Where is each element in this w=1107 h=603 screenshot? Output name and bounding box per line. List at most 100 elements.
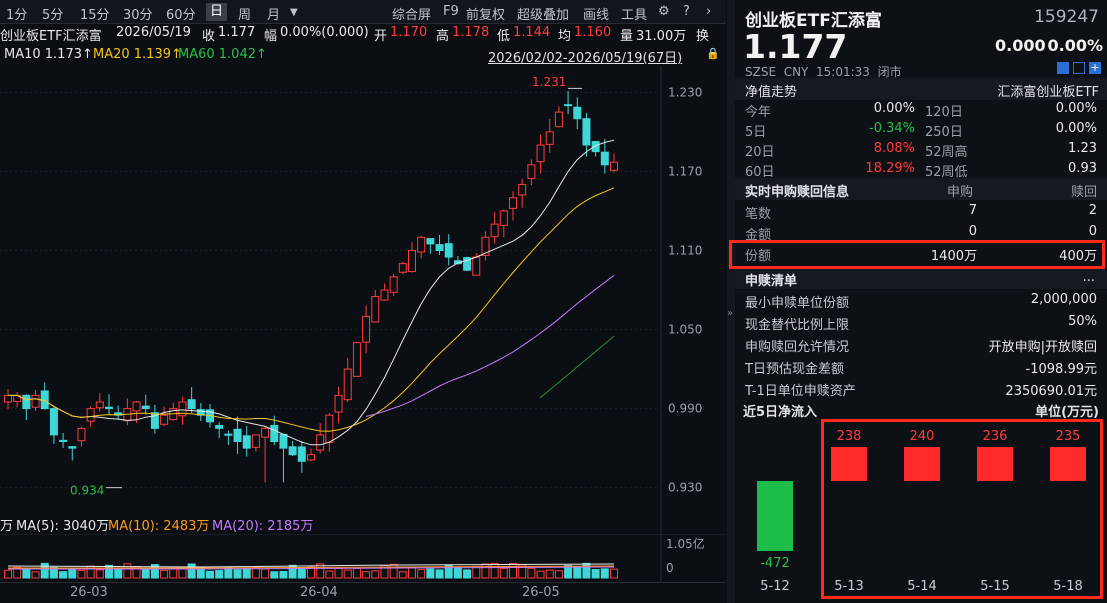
market: SZSE xyxy=(745,65,777,79)
volume-bar xyxy=(527,567,536,579)
period-5m[interactable]: 5分 xyxy=(42,4,63,23)
quote-time: 15:01:33 xyxy=(816,65,870,79)
vol-ma5: MA(5): 3040万 xyxy=(16,519,110,534)
info-volume: 31.00万 xyxy=(636,29,687,44)
help-icon[interactable]: ? xyxy=(683,4,690,19)
nav-period-value: 0.00% xyxy=(1055,121,1097,136)
sub-row-label: 笔数 xyxy=(745,207,772,222)
gear-icon[interactable]: ⚙ xyxy=(658,4,670,19)
list-row-label: T-1日单位申赎资产 xyxy=(745,384,856,399)
price-tick: 1.230 xyxy=(668,85,702,99)
period-day[interactable]: 日 xyxy=(206,3,228,21)
candle-body xyxy=(288,446,297,456)
sub-redeem-value: 0 xyxy=(1088,224,1097,239)
volume-bar xyxy=(408,566,416,579)
volume-bar xyxy=(4,569,12,579)
sub-header: 实时申购赎回信息 申购 赎回 xyxy=(735,178,1107,200)
period-1m[interactable]: 1分 xyxy=(6,4,27,23)
volume-bar xyxy=(536,570,545,579)
tool-draw[interactable]: 画线 xyxy=(583,4,609,23)
vol-ma10: MA(10): 2483万 xyxy=(108,519,210,534)
candle-body xyxy=(398,263,407,273)
candle-body xyxy=(141,405,150,410)
ma60-line xyxy=(539,335,615,399)
candle-body xyxy=(307,454,315,461)
volume-bar xyxy=(463,569,472,579)
price-change-pct: 0.00% xyxy=(1047,36,1103,55)
chevron-right-icon[interactable]: › xyxy=(706,4,711,19)
info-open: 1.170 xyxy=(390,25,428,40)
volume-bar xyxy=(362,571,371,579)
market-closed: 闭市 xyxy=(877,65,902,79)
volume-bar xyxy=(215,570,224,579)
candle-body xyxy=(564,104,573,107)
volume-bar xyxy=(261,568,270,579)
volume-bar xyxy=(206,570,214,579)
more-icon[interactable]: ... xyxy=(1083,270,1095,285)
panel-splitter[interactable]: » xyxy=(727,0,735,603)
candle-body xyxy=(160,414,169,425)
candle-body xyxy=(77,427,86,442)
volume-bar xyxy=(325,570,334,579)
period-60m[interactable]: 60分 xyxy=(166,4,196,23)
candle-body xyxy=(224,433,233,436)
volume-bar xyxy=(352,567,361,579)
edit-icon[interactable] xyxy=(1057,62,1069,74)
candlestick-chart[interactable]: 1.230 1.170 1.110 1.050 0.990 0.930 1.231 0.934 xyxy=(0,66,726,536)
tool-overlay[interactable]: 超级叠加 xyxy=(517,4,569,23)
period-15m[interactable]: 15分 xyxy=(80,4,110,23)
tool-adjust[interactable]: 前复权 xyxy=(466,4,505,23)
ma20-label: MA20 1.139↑ xyxy=(93,47,182,62)
list-row: 申购赎回允许情况 开放申购|开放赎回 xyxy=(735,333,1107,355)
volume-bar xyxy=(187,563,196,579)
turn-label: 换 xyxy=(696,29,710,44)
period-week[interactable]: 周 xyxy=(238,4,251,23)
info-name: 创业板ETF汇添富 xyxy=(0,29,102,44)
sub-purchase-value: 7 xyxy=(968,203,977,218)
tool-composite[interactable]: 综合屏 xyxy=(392,4,431,23)
window-icon[interactable] xyxy=(1073,62,1085,74)
date-tick: 26-03 xyxy=(70,585,108,600)
candle-body xyxy=(4,394,12,403)
ma60-label: MA60 1.042↑ xyxy=(178,47,267,62)
list-row: 最小申赎单位份额 2,000,000 xyxy=(735,289,1107,311)
tool-f9[interactable]: F9 xyxy=(443,4,459,19)
date-range[interactable]: 2026/02/02-2026/05/19(67日) xyxy=(488,47,682,66)
volume-bar xyxy=(114,568,123,579)
volume-bar xyxy=(242,567,251,579)
period-30m[interactable]: 30分 xyxy=(123,4,153,23)
period-month[interactable]: 月 xyxy=(267,4,280,23)
collapse-icon[interactable]: » xyxy=(727,308,733,319)
flow-header: 近5日净流入 单位(万元) xyxy=(735,398,1107,420)
volume-bar xyxy=(31,571,40,579)
nav-period-value: 0.00% xyxy=(1055,101,1097,116)
dropdown-icon[interactable]: ▼ xyxy=(290,7,298,18)
candle-body xyxy=(417,236,426,253)
candle-body xyxy=(499,210,508,226)
nav-period-value: 0.00% xyxy=(873,101,915,116)
sub-title: 实时申购赎回信息 xyxy=(745,185,850,200)
tool-tools[interactable]: 工具 xyxy=(621,4,647,23)
volume-bar xyxy=(40,562,49,579)
volume-bar xyxy=(490,562,499,579)
share-highlight-box xyxy=(729,240,1105,269)
candle-body xyxy=(573,106,582,120)
volume-bar xyxy=(591,569,600,579)
quote-info-line: 创业板ETF汇添富 2026/05/19 收 1.177 幅 0.00%(0.0… xyxy=(0,24,726,44)
list-row-label: T日预估现金差额 xyxy=(745,362,844,377)
fund-code: 159247 xyxy=(1034,7,1099,27)
add-icon[interactable]: + xyxy=(1089,62,1101,74)
candle-body xyxy=(187,399,196,410)
candle-body xyxy=(297,446,306,462)
volume-bar xyxy=(105,564,113,579)
candle-body xyxy=(371,296,380,323)
candle-body xyxy=(352,342,361,377)
candle-body xyxy=(408,249,416,273)
volume-bar xyxy=(123,563,132,579)
avg-label: 均 xyxy=(558,29,572,44)
candle-body xyxy=(59,439,68,443)
candle-body xyxy=(362,315,371,343)
lock-icon[interactable]: 🔒 xyxy=(706,47,720,60)
info-avg: 1.160 xyxy=(574,25,612,40)
candle-body xyxy=(68,446,77,449)
